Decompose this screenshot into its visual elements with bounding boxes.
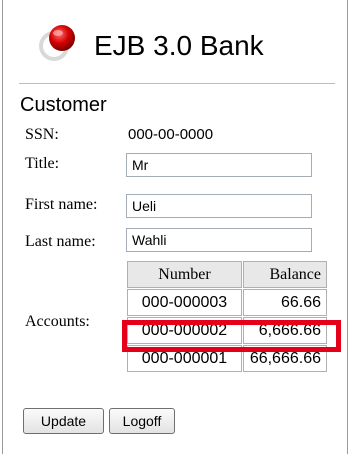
account-number[interactable]: 000-000003: [127, 289, 242, 316]
last-name-label: Last name:: [25, 233, 96, 250]
accounts-label: Accounts:: [25, 313, 90, 330]
app-title: EJB 3.0 Bank: [94, 30, 264, 61]
header: EJB 3.0 Bank: [12, 22, 337, 72]
header-divider: [19, 83, 335, 84]
account-balance: 66,666.66: [243, 345, 327, 372]
logoff-button[interactable]: Logoff: [109, 408, 175, 434]
account-balance: 66.66: [243, 289, 327, 316]
first-name-field[interactable]: [126, 194, 312, 218]
update-button[interactable]: Update: [23, 408, 104, 434]
table-row[interactable]: 000-000003 66.66: [127, 289, 327, 316]
section-title: Customer: [20, 94, 107, 116]
title-label: Title:: [25, 155, 60, 172]
table-header-row: Number Balance: [127, 261, 327, 288]
bank-logo-icon: [39, 25, 75, 61]
ssn-label: SSN:: [25, 126, 59, 143]
account-number[interactable]: 000-000001: [127, 345, 242, 372]
last-name-field[interactable]: [126, 228, 312, 252]
table-row[interactable]: 000-000002 6,666.66: [127, 317, 327, 344]
account-balance: 6,666.66: [243, 317, 327, 344]
ssn-value: 000-00-0000: [128, 126, 214, 143]
column-header-balance: Balance: [243, 261, 327, 288]
table-row[interactable]: 000-000001 66,666.66: [127, 345, 327, 372]
accounts-table: Number Balance 000-000003 66.66 000-0000…: [126, 260, 328, 373]
account-number[interactable]: 000-000002: [127, 317, 242, 344]
first-name-label: First name:: [25, 196, 98, 213]
column-header-number: Number: [127, 261, 242, 288]
title-field[interactable]: [126, 153, 312, 177]
